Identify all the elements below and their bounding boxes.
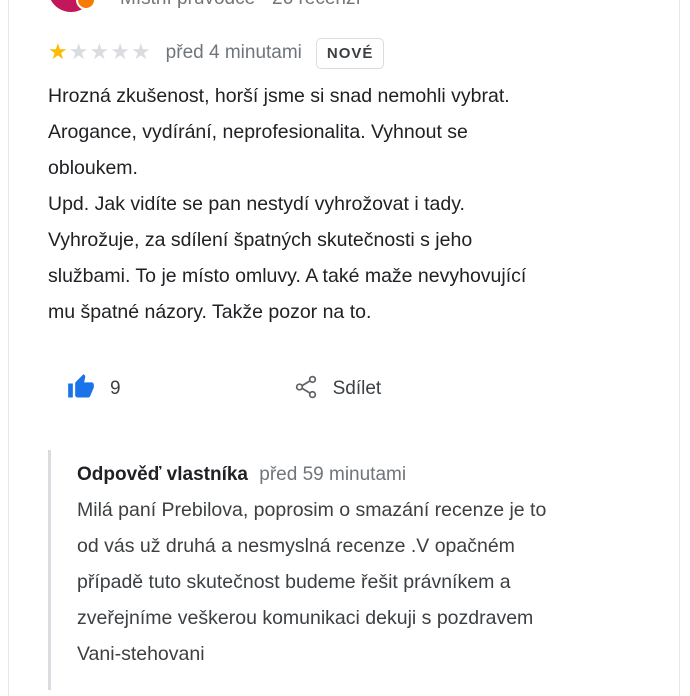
review-line: Vyhrožuje, za sdílení špatných skutečnos… xyxy=(48,229,473,251)
reviewer-meta: Místní průvodce · 26 recenzí xyxy=(120,0,361,10)
share-icon xyxy=(293,374,319,405)
review-text: Hrozná zkušenost, horší jsme si snad nem… xyxy=(48,78,648,330)
share-button[interactable]: Sdílet xyxy=(293,374,382,405)
review-line: službami. To je místo omluvy. A také maž… xyxy=(48,265,527,287)
review-time: před 4 minutami xyxy=(165,42,302,63)
like-count: 9 xyxy=(110,378,121,399)
avatar[interactable] xyxy=(48,0,96,12)
owner-reply-text: Milá paní Prebilova, poprosim o smazání … xyxy=(77,492,690,672)
star-filled-icon: ★ xyxy=(48,40,68,65)
review-line: Arogance, vydírání, neprofesionalita. Vy… xyxy=(48,121,468,143)
new-badge: NOVÉ xyxy=(315,37,385,69)
owner-reply-time: před 59 minutami xyxy=(259,464,407,485)
review-line: Hrozná zkušenost, horší jsme si snad nem… xyxy=(48,85,510,107)
star-empty-icon: ★ xyxy=(89,40,110,65)
star-empty-icon: ★ xyxy=(68,40,89,65)
star-empty-icon: ★ xyxy=(130,40,151,65)
card-border-left xyxy=(8,0,9,696)
owner-reply-title: Odpověď vlastníka xyxy=(77,464,248,485)
review-card: Místní průvodce · 26 recenzí ★★★★★ před … xyxy=(0,0,690,696)
like-button[interactable]: 9 xyxy=(66,373,121,406)
reply-line: od vás už druhá a nesmyslná recenze .V o… xyxy=(77,535,515,557)
owner-reply-header: Odpověď vlastníka před 59 minutami xyxy=(77,458,690,492)
review-line: Upd. Jak vidíte se pan nestydí vyhrožova… xyxy=(48,193,465,215)
reviewer-header: Místní průvodce · 26 recenzí xyxy=(48,0,361,12)
thumbs-up-icon xyxy=(66,373,96,406)
review-line: mu špatné názory. Takže pozor na to. xyxy=(48,301,372,323)
owner-reply: Odpověď vlastníka před 59 minutami Milá … xyxy=(48,450,690,690)
star-rating: ★ ★ ★ ★ ★ xyxy=(48,42,152,64)
share-label: Sdílet xyxy=(332,378,382,399)
rating-row: ★ ★ ★ ★ ★ před 4 minutami NOVÉ xyxy=(48,36,385,70)
local-guide-badge-icon xyxy=(76,0,96,10)
reply-line: Vani-stehovani xyxy=(77,643,205,665)
reply-line: zveřejníme veškerou komunikaci dekuji s … xyxy=(77,607,534,629)
review-line: obloukem. xyxy=(48,157,138,179)
review-actions: 9 Sdílet xyxy=(66,370,381,408)
reply-line: případě tuto skutečnost budeme řešit prá… xyxy=(77,571,511,593)
reply-line: Milá paní Prebilova, poprosim o smazání … xyxy=(77,499,547,521)
star-empty-icon: ★ xyxy=(110,40,130,65)
